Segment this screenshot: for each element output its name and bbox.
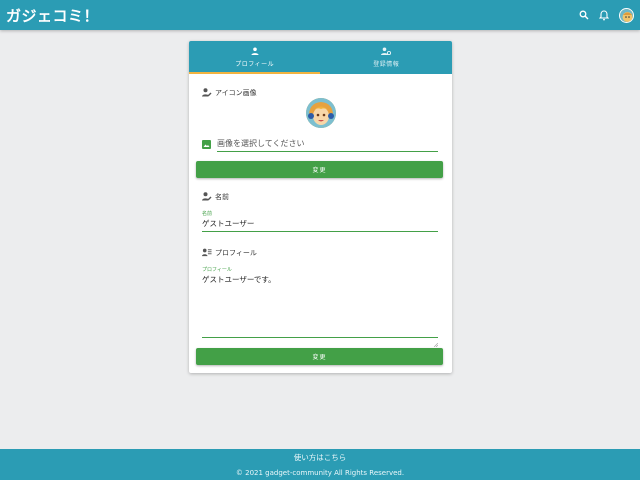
person-icon	[251, 47, 259, 57]
bell-icon[interactable]	[597, 8, 611, 22]
image-file-input[interactable]: 画像を選択してください	[217, 136, 438, 152]
app-bar: ガジェコミ！	[0, 0, 640, 30]
person-list-icon	[202, 248, 212, 258]
copyright: © 2021 gadget-community All Rights Reser…	[235, 469, 405, 477]
help-link[interactable]: 使い方はこちら	[0, 452, 640, 463]
app-title[interactable]: ガジェコミ！	[6, 5, 99, 26]
search-icon[interactable]	[577, 8, 591, 22]
image-file-picker[interactable]: 画像を選択してください	[202, 136, 438, 152]
profile-textarea[interactable]: プロフィール ゲストユーザーです。	[202, 266, 439, 348]
change-icon-button[interactable]: 変更	[196, 161, 443, 178]
tab-profile[interactable]: プロフィール	[189, 41, 321, 74]
tab-registration[interactable]: 登録情報	[321, 41, 453, 74]
resize-handle-icon[interactable]	[433, 332, 439, 348]
name-field-value[interactable]: ゲストユーザー	[202, 218, 438, 229]
tab-profile-label: プロフィール	[235, 61, 275, 68]
tab-bar: プロフィール 登録情報	[189, 41, 452, 74]
icon-section-heading: アイコン画像	[202, 88, 257, 98]
name-field-label: 名前	[202, 211, 213, 217]
profile-avatar-image	[306, 98, 336, 128]
tab-registration-label: 登録情報	[373, 61, 400, 68]
profile-card: プロフィール 登録情報 アイコン画像 画像を選択してください 変更 名前 名前 …	[189, 41, 452, 373]
person-edit-icon	[202, 192, 212, 202]
tab-indicator	[189, 72, 320, 74]
profile-field-label: プロフィール	[202, 267, 232, 273]
name-field[interactable]: 名前 ゲストユーザー	[202, 210, 438, 232]
person-gear-icon	[381, 47, 392, 57]
icon-section-label: アイコン画像	[215, 89, 257, 97]
footer: 使い方はこちら © 2021 gadget-community All Righ…	[0, 449, 640, 480]
change-profile-button[interactable]: 変更	[196, 348, 443, 365]
profile-section-label: プロフィール	[215, 249, 257, 257]
profile-section-heading: プロフィール	[202, 248, 257, 258]
person-edit-icon	[202, 88, 212, 98]
appbar-actions	[577, 7, 634, 23]
user-avatar[interactable]	[619, 7, 634, 23]
profile-field-value[interactable]: ゲストユーザーです。	[202, 274, 438, 285]
name-section-label: 名前	[215, 193, 229, 201]
image-icon	[202, 139, 211, 149]
name-section-heading: 名前	[202, 192, 229, 202]
